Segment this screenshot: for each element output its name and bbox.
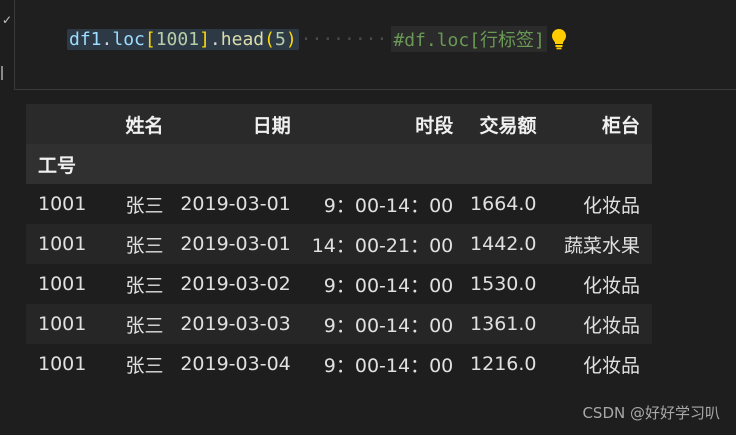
code-attr: loc <box>112 28 145 50</box>
table-row: 1001 张三 2019-03-01 14：00-21：00 1442.0 蔬菜… <box>26 224 652 264</box>
table-cell: 2019-03-01 <box>180 193 291 215</box>
table-cell: 1530.0 <box>470 273 537 295</box>
table-row: 1001 张三 2019-03-02 9：00-14：00 1530.0 化妆品 <box>26 264 652 304</box>
table-cell: 化妆品 <box>582 314 640 337</box>
table-cell: 化妆品 <box>582 194 640 217</box>
row-index: 1001 <box>38 233 87 255</box>
code-bracket-open: [ <box>144 28 156 50</box>
table-cell: 化妆品 <box>582 354 640 377</box>
column-header-row: 姓名 日期 时段 交易额 柜台 <box>26 104 652 144</box>
empty-cell <box>164 144 291 184</box>
row-index: 1001 <box>38 273 87 295</box>
table-row: 1001 张三 2019-03-01 9：00-14：00 1664.0 化妆品 <box>26 184 652 224</box>
code-fn: head <box>220 28 265 50</box>
cell-collapse-bar[interactable] <box>1 66 3 80</box>
code-var: df1 <box>69 28 102 50</box>
table-cell: 蔬菜水果 <box>563 234 640 257</box>
code-arg: 5 <box>274 28 286 50</box>
code-bracket-close: ] <box>199 28 210 50</box>
empty-cell <box>537 144 653 184</box>
table-cell: 2019-03-04 <box>180 353 291 375</box>
table-cell: 张三 <box>125 274 164 297</box>
table-cell: 张三 <box>125 314 164 337</box>
row-index: 1001 <box>38 313 87 335</box>
column-header: 姓名 <box>125 114 164 137</box>
empty-cell <box>100 144 164 184</box>
code-line[interactable]: df1.loc[1001].head(5) ········ #df.loc[行标签… <box>67 26 567 52</box>
watermark: CSDN @好好学习叭 <box>582 404 720 422</box>
lightbulb-icon[interactable] <box>551 27 567 51</box>
code-expression: df1.loc[1001].head(5) <box>67 28 299 50</box>
code-dot: . <box>101 28 113 50</box>
column-header: 日期 <box>252 114 291 137</box>
row-index: 1001 <box>38 193 87 215</box>
code-comment: #df.loc[行标签] <box>391 26 547 52</box>
dataframe-output: 姓名 日期 时段 交易额 柜台 工号 1001 张三 2019-03-01 9：… <box>26 104 652 384</box>
table-cell: 14：00-21：00 <box>311 234 454 257</box>
table-cell: 9：00-14：00 <box>323 194 454 217</box>
table-cell: 1361.0 <box>470 313 537 335</box>
table-row: 1001 张三 2019-03-03 9：00-14：00 1361.0 化妆品 <box>26 304 652 344</box>
table-cell: 1664.0 <box>470 193 537 215</box>
table-cell: 化妆品 <box>582 274 640 297</box>
empty-cell <box>453 144 536 184</box>
column-header: 交易额 <box>479 114 537 137</box>
cell-gutter[interactable]: ✓ <box>0 0 14 90</box>
code-paren-open: ( <box>264 28 275 50</box>
notebook-page: ✓ df1.loc[1001].head(5) ········ #df.loc[行… <box>0 0 736 435</box>
column-header: 柜台 <box>601 114 640 137</box>
table-cell: 2019-03-03 <box>180 313 291 335</box>
table-cell: 张三 <box>125 354 164 377</box>
table-cell: 9：00-14：00 <box>323 354 454 377</box>
whitespace-dots: ········ <box>300 28 388 50</box>
empty-cell <box>291 144 454 184</box>
index-name-row: 工号 <box>26 144 652 184</box>
code-cell[interactable]: df1.loc[1001].head(5) ········ #df.loc[行标签… <box>14 0 736 90</box>
index-corner <box>26 104 100 144</box>
code-paren-close: ) <box>285 28 297 50</box>
chevron-down-icon[interactable]: ✓ <box>2 14 12 26</box>
table-cell: 9：00-14：00 <box>323 314 454 337</box>
column-header: 时段 <box>415 114 454 137</box>
table-cell: 9：00-14：00 <box>323 274 454 297</box>
code-dot: . <box>209 28 221 50</box>
index-name: 工号 <box>38 154 77 177</box>
code-index: 1001 <box>155 28 200 50</box>
table-cell: 1442.0 <box>470 233 537 255</box>
table-cell: 2019-03-02 <box>180 273 291 295</box>
table-row: 1001 张三 2019-03-04 9：00-14：00 1216.0 化妆品 <box>26 344 652 384</box>
row-index: 1001 <box>38 353 87 375</box>
table-cell: 张三 <box>125 234 164 257</box>
table-cell: 张三 <box>125 194 164 217</box>
table-cell: 1216.0 <box>470 353 537 375</box>
table-cell: 2019-03-01 <box>180 233 291 255</box>
